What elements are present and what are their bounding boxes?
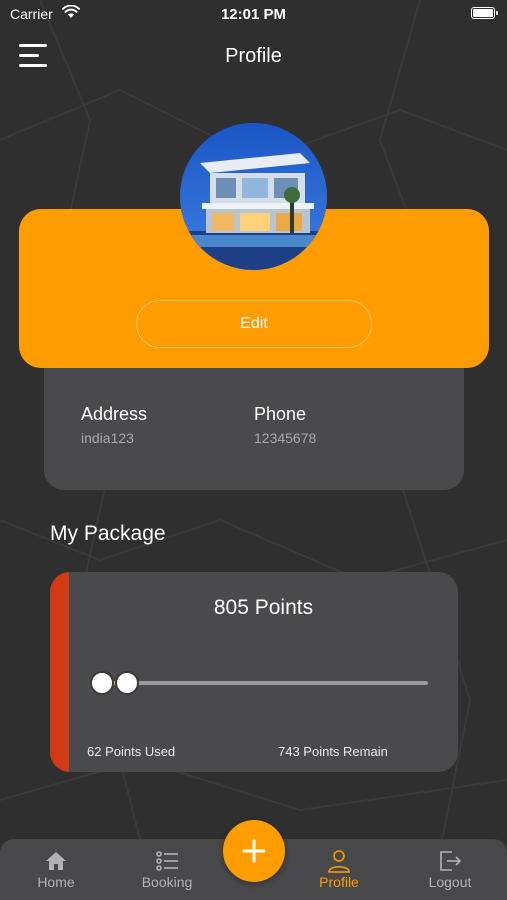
tab-logout[interactable]: Logout bbox=[405, 839, 495, 900]
tab-home-label: Home bbox=[37, 874, 75, 890]
slider-end-thumb[interactable] bbox=[115, 671, 140, 695]
tab-booking-label: Booking bbox=[141, 874, 193, 890]
tab-profile[interactable]: Profile bbox=[294, 839, 384, 900]
points-slider-track[interactable] bbox=[102, 681, 428, 685]
plus-icon bbox=[242, 839, 266, 863]
status-time: 12:01 PM bbox=[220, 6, 287, 23]
list-icon bbox=[156, 851, 178, 871]
package-accent-bar bbox=[50, 572, 69, 772]
address-label: Address bbox=[81, 404, 148, 424]
edit-profile-button[interactable]: Edit bbox=[136, 300, 372, 348]
package-card: 805 Points 62 Points Used 743 Points Rem… bbox=[50, 572, 458, 772]
avatar[interactable] bbox=[180, 123, 327, 270]
points-remain-label: 743 Points Remain bbox=[278, 744, 388, 759]
phone-label: Phone bbox=[254, 404, 307, 424]
tab-profile-label: Profile bbox=[319, 874, 359, 890]
logout-icon bbox=[440, 851, 462, 871]
battery-icon bbox=[471, 7, 498, 19]
phone-block: Phone 12345678 bbox=[254, 404, 316, 446]
home-icon bbox=[46, 852, 66, 870]
points-used-label: 62 Points Used bbox=[87, 744, 176, 759]
address-value: india123 bbox=[81, 430, 134, 446]
address-block: Address india123 bbox=[81, 404, 147, 446]
tab-home[interactable]: Home bbox=[11, 839, 101, 900]
house-photo-image bbox=[180, 123, 327, 270]
page-title: Profile bbox=[225, 45, 282, 67]
slider-start-thumb[interactable] bbox=[90, 671, 114, 695]
user-icon bbox=[328, 850, 350, 873]
package-section-title: My Package bbox=[50, 522, 166, 545]
phone-value: 12345678 bbox=[254, 430, 317, 446]
status-bar: Carrier 12:01 PM bbox=[0, 0, 507, 28]
tab-logout-label: Logout bbox=[428, 874, 472, 890]
tab-booking[interactable]: Booking bbox=[122, 839, 212, 900]
points-total: 805 Points bbox=[213, 596, 314, 619]
add-button[interactable] bbox=[223, 820, 285, 882]
